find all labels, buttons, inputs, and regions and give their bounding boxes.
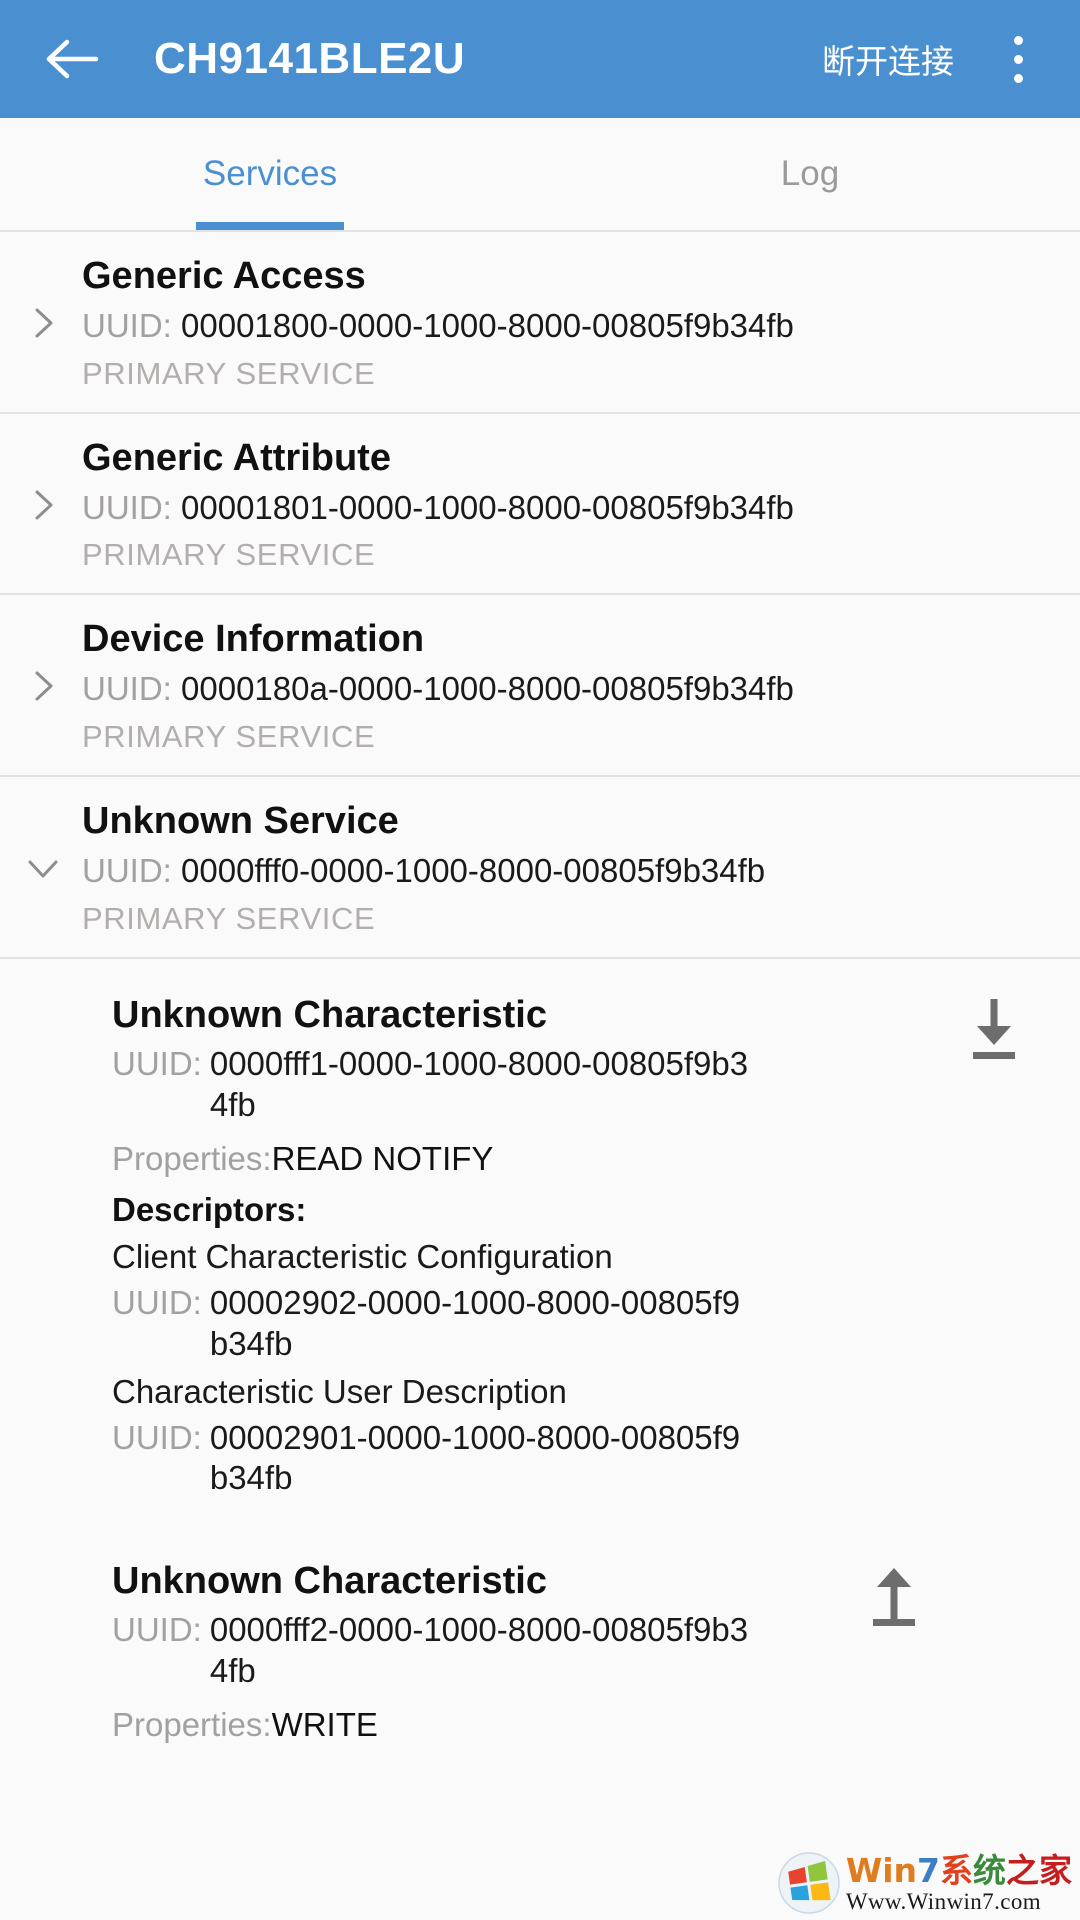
service-uuid-value: 00001801-0000-1000-8000-00805f9b34fb xyxy=(181,488,794,526)
descriptor-item[interactable]: Client Characteristic Configuration UUID… xyxy=(112,1237,1056,1364)
service-type-label: PRIMARY SERVICE xyxy=(82,537,376,573)
tab-log-label: Log xyxy=(780,154,840,193)
service-type-label: PRIMARY SERVICE xyxy=(82,355,376,391)
service-type-label: PRIMARY SERVICE xyxy=(82,719,376,755)
descriptor-uuid-value: 00002901-0000-1000-8000-00805f9b34fb xyxy=(209,1419,741,1497)
disconnect-button[interactable]: 断开连接 xyxy=(816,25,960,93)
watermark-brand: Win7系统之家 xyxy=(846,1851,1072,1890)
back-button[interactable] xyxy=(36,22,110,96)
watermark-part-4: 统 xyxy=(973,1850,1006,1890)
properties-label: Properties: xyxy=(112,1705,272,1743)
descriptor-uuid-line: UUID: 00002902-0000-1000-8000-00805f9b34… xyxy=(112,1283,1056,1364)
service-body: Unknown Service UUID: 0000fff0-0000-1000… xyxy=(82,799,1056,937)
uuid-label: UUID: xyxy=(112,1611,202,1649)
service-name: Unknown Service xyxy=(82,800,399,843)
service-uuid-line: UUID: 0000fff0-0000-1000-8000-00805f9b34… xyxy=(82,850,1056,893)
characteristic-properties-line: Properties:WRITE xyxy=(112,1705,1056,1745)
descriptor-uuid-value: 00002902-0000-1000-8000-00805f9b34fb xyxy=(209,1284,741,1362)
characteristic-list: Unknown Characteristic UUID: 0000fff1-00… xyxy=(0,958,1080,1752)
tab-services-label: Services xyxy=(202,154,338,193)
uuid-label: UUID: xyxy=(82,670,172,708)
watermark-url: Www.Winwin7.com xyxy=(845,1888,1042,1914)
uuid-label: UUID: xyxy=(112,1419,202,1457)
watermark: Win7系统之家 Www.Winwin7.com xyxy=(778,1852,1072,1914)
characteristic-uuid-value: 0000fff2-0000-1000-8000-00805f9b34fb xyxy=(209,1611,749,1689)
uuid-label: UUID: xyxy=(82,488,172,526)
windows-logo-icon xyxy=(778,1852,840,1914)
service-uuid-value: 0000fff0-0000-1000-8000-00805f9b34fb xyxy=(181,851,766,889)
page-title: CH9141BLE2U xyxy=(154,34,466,83)
descriptors-label: Descriptors: xyxy=(112,1191,307,1229)
characteristic-properties-value: READ NOTIFY xyxy=(271,1139,494,1177)
overflow-menu-icon xyxy=(1013,54,1023,64)
service-row[interactable]: Generic Attribute UUID: 00001801-0000-10… xyxy=(0,414,1080,596)
service-uuid-line: UUID: 0000180a-0000-1000-8000-00805f9b34… xyxy=(82,668,1056,711)
characteristic-item[interactable]: Unknown Characteristic UUID: 0000fff2-00… xyxy=(24,1505,1056,1751)
tab-services[interactable]: Services xyxy=(0,118,540,230)
chevron-right-icon xyxy=(26,306,60,340)
watermark-part-5: 之家 xyxy=(1006,1850,1072,1890)
uuid-label: UUID: xyxy=(82,851,172,889)
descriptor-name: Characteristic User Description xyxy=(112,1372,567,1410)
service-body: Generic Access UUID: 00001800-0000-1000-… xyxy=(82,254,1056,392)
descriptor-uuid-line: UUID: 00002901-0000-1000-8000-00805f9b34… xyxy=(112,1418,1056,1499)
overflow-menu-icon xyxy=(1013,35,1023,45)
uuid-label: UUID: xyxy=(112,1045,202,1083)
download-icon[interactable] xyxy=(962,995,1026,1065)
watermark-part-3: 系 xyxy=(940,1850,973,1890)
tab-log[interactable]: Log xyxy=(540,118,1080,230)
characteristic-properties-value: WRITE xyxy=(271,1705,378,1743)
service-uuid-line: UUID: 00001801-0000-1000-8000-00805f9b34… xyxy=(82,487,1056,530)
watermark-part-2: 7 xyxy=(917,1850,940,1890)
arrow-left-icon xyxy=(46,37,100,81)
upload-icon[interactable] xyxy=(862,1557,926,1627)
descriptor-item[interactable]: Characteristic User Description UUID: 00… xyxy=(112,1372,1056,1499)
service-body: Generic Attribute UUID: 00001801-0000-10… xyxy=(82,436,1056,574)
service-name: Device Information xyxy=(82,618,425,661)
overflow-menu-button[interactable] xyxy=(982,22,1054,96)
chevron-down-icon xyxy=(26,851,60,885)
chevron-right-icon xyxy=(26,669,60,703)
tab-bar: Services Log xyxy=(0,118,1080,232)
characteristic-name: Unknown Characteristic xyxy=(112,993,547,1036)
properties-label: Properties: xyxy=(112,1139,272,1177)
app-bar: CH9141BLE2U 断开连接 xyxy=(0,0,1080,118)
service-uuid-line: UUID: 00001800-0000-1000-8000-00805f9b34… xyxy=(82,305,1056,348)
characteristic-properties-line: Properties:READ NOTIFY xyxy=(112,1139,1056,1179)
uuid-label: UUID: xyxy=(82,306,172,344)
service-type-label: PRIMARY SERVICE xyxy=(82,900,376,936)
watermark-part-1: Win xyxy=(845,1850,918,1890)
descriptor-name: Client Characteristic Configuration xyxy=(112,1238,613,1276)
uuid-label: UUID: xyxy=(112,1284,202,1322)
characteristic-item[interactable]: Unknown Characteristic UUID: 0000fff1-00… xyxy=(24,959,1056,1505)
characteristic-uuid-line: UUID: 0000fff1-0000-1000-8000-00805f9b34… xyxy=(112,1044,1056,1125)
service-body: Device Information UUID: 0000180a-0000-1… xyxy=(82,617,1056,755)
service-uuid-value: 0000180a-0000-1000-8000-00805f9b34fb xyxy=(181,670,794,708)
chevron-right-icon xyxy=(26,488,60,522)
service-name: Generic Access xyxy=(82,255,366,297)
service-uuid-value: 00001800-0000-1000-8000-00805f9b34fb xyxy=(181,306,794,344)
overflow-menu-icon xyxy=(1013,73,1023,83)
service-row[interactable]: Unknown Service UUID: 0000fff0-0000-1000… xyxy=(0,777,1080,959)
service-name: Generic Attribute xyxy=(82,436,391,479)
watermark-text: Win7系统之家 Www.Winwin7.com xyxy=(846,1854,1072,1913)
service-list: Generic Access UUID: 00001800-0000-1000-… xyxy=(0,232,1080,959)
service-row[interactable]: Device Information UUID: 0000180a-0000-1… xyxy=(0,595,1080,778)
service-row[interactable]: Generic Access UUID: 00001800-0000-1000-… xyxy=(0,232,1080,414)
characteristic-uuid-value: 0000fff1-0000-1000-8000-00805f9b34fb xyxy=(209,1045,749,1123)
